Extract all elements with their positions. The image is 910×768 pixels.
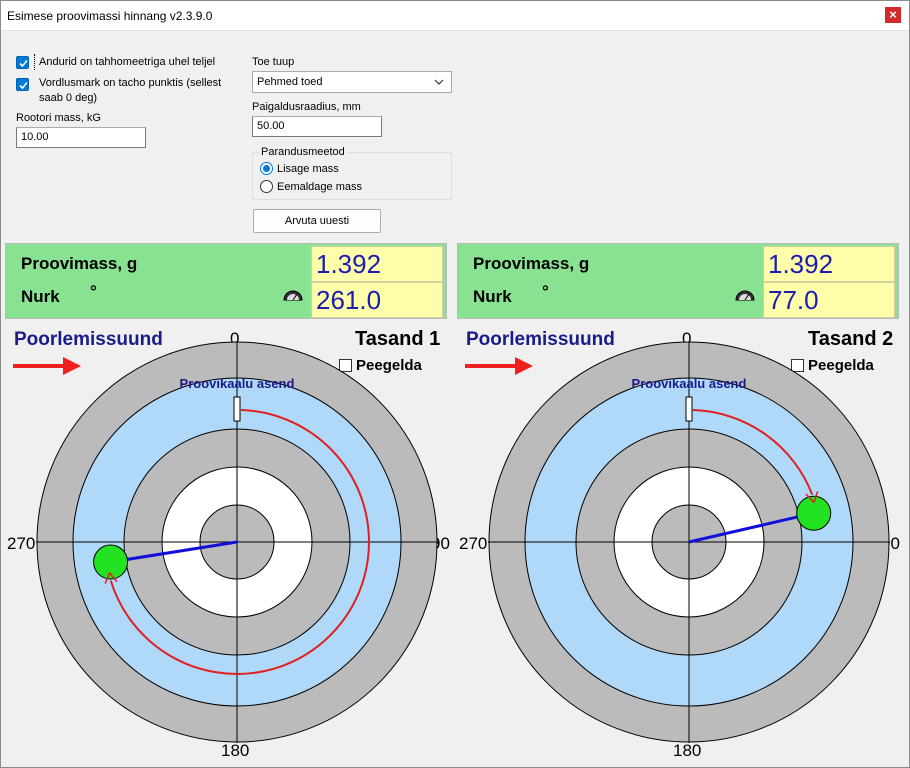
rotor-mass-label: Rootori mass, kG [16, 112, 101, 124]
focus-indicator [34, 54, 35, 70]
window-title: Esimese proovimassi hinnang v2.3.9.0 [7, 9, 213, 23]
check-icon [19, 59, 28, 68]
radio-remove-mass[interactable] [260, 180, 273, 193]
plane1-result-panel: Proovimass, g Nurk ° 1.392 261.0 [5, 243, 447, 319]
support-type-select[interactable]: Pehmed toed [252, 71, 452, 93]
install-radius-label: Paigaldusraadius, mm [252, 101, 361, 113]
trial-position-label: Proovikaalu asend [180, 376, 295, 391]
plane1-angle-value: 261.0 [311, 282, 443, 318]
same-axis-checkbox[interactable] [16, 56, 29, 69]
reference-mark-label-line1: Vordlusmark on tacho punktis (sellest [39, 77, 222, 89]
radio-add-mass[interactable] [260, 162, 273, 175]
plane2-degree-symbol: ° [542, 282, 549, 301]
reference-mark-label-line2: saab 0 deg) [39, 92, 98, 104]
plane1-degree-symbol: ° [90, 282, 97, 301]
trial-position-marker [233, 396, 241, 422]
plane2-angle-value: 77.0 [763, 282, 895, 318]
plane1-angle-label: Nurk [21, 287, 60, 306]
trial-position-label: Proovikaalu asend [632, 376, 747, 391]
title-bar: Esimese proovimassi hinnang v2.3.9.0 × [1, 1, 909, 31]
protractor-icon[interactable] [735, 289, 755, 301]
correction-method-legend: Parandusmeetod [259, 146, 347, 158]
plane2-angle-label: Nurk [473, 287, 512, 306]
plane1-deg-180: 180 [221, 741, 250, 760]
radio-remove-mass-label: Eemaldage mass [277, 181, 362, 193]
radio-add-mass-label: Lisage mass [277, 163, 339, 175]
reference-mark-checkbox[interactable] [16, 78, 29, 91]
plane2-result-panel: Proovimass, g Nurk ° 1.392 77.0 [457, 243, 899, 319]
plane2-mass-value: 1.392 [763, 246, 895, 282]
plane1-deg-270: 270 [7, 534, 36, 553]
trial-position-marker [685, 396, 693, 422]
protractor-icon[interactable] [283, 289, 303, 301]
plane2-mass-label: Proovimass, g [473, 254, 590, 273]
recalculate-button[interactable]: Arvuta uuesti [253, 209, 381, 233]
support-type-value: Pehmed toed [257, 76, 323, 88]
plane2-polar-diagram: Proovikaalu asend [488, 341, 890, 743]
same-axis-label: Andurid on tahhomeetriga uhel teljel [39, 56, 216, 68]
check-icon [19, 81, 28, 90]
close-button[interactable]: × [885, 7, 901, 23]
rotor-mass-input[interactable]: 10.00 [16, 127, 146, 148]
app-window: Esimese proovimassi hinnang v2.3.9.0 × A… [0, 0, 910, 768]
plane1-polar-diagram: Proovikaalu asend [36, 341, 438, 743]
plane2-deg-270: 270 [459, 534, 488, 553]
install-radius-input[interactable]: 50.00 [252, 116, 382, 137]
support-type-label: Toe tuup [252, 56, 295, 68]
chevron-down-icon [434, 79, 444, 85]
plane2-deg-180: 180 [673, 741, 702, 760]
plane1-mass-value: 1.392 [311, 246, 443, 282]
plane1-mass-label: Proovimass, g [21, 254, 138, 273]
